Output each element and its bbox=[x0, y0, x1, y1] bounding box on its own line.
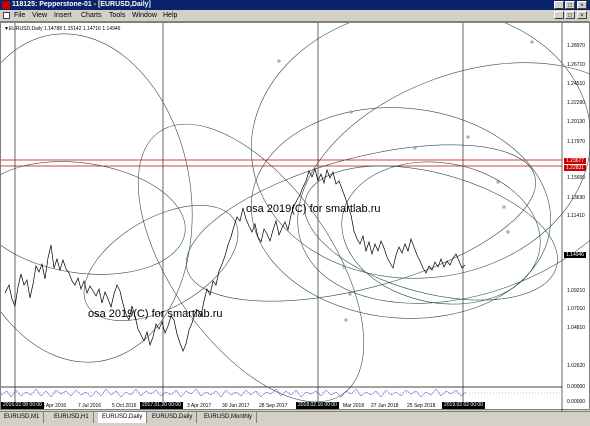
period-date-tag: 2019.02.02 00:00 bbox=[442, 402, 485, 409]
price-label: 1.02620 bbox=[567, 363, 586, 369]
watermark-text: osa 2019(C) for smartlab.ru bbox=[246, 203, 381, 215]
tab-eurusd-daily-active[interactable]: EURUSD,Daily bbox=[98, 412, 148, 423]
period-date-tag: 2018.02.16 00:00 bbox=[296, 402, 339, 409]
child-minimize-button[interactable]: _ bbox=[554, 11, 564, 19]
price-label: 1.22290 bbox=[567, 100, 586, 106]
menu-window[interactable]: Window bbox=[132, 10, 157, 21]
window-title: 118125: Pepperstone-01 - [EURUSD,Daily] bbox=[12, 1, 151, 8]
menu-view[interactable]: View bbox=[32, 10, 47, 21]
document-icon bbox=[3, 12, 10, 19]
close-button[interactable]: × bbox=[577, 1, 587, 9]
price-label: 1.07010 bbox=[567, 306, 586, 312]
title-bar: 118125: Pepperstone-01 - [EURUSD,Daily] … bbox=[0, 0, 590, 10]
menu-file[interactable]: File bbox=[14, 10, 25, 21]
level-tag-lower: 1.22831 bbox=[564, 165, 587, 171]
price-label: 1.24510 bbox=[567, 81, 586, 87]
tab-eurusd-daily[interactable]: EURUSD,Daily bbox=[148, 412, 198, 423]
tab-eurusd-monthly[interactable]: EURUSD,Monthly bbox=[200, 412, 258, 423]
price-label: 1.11410 bbox=[567, 213, 585, 219]
child-close-button[interactable]: × bbox=[577, 11, 587, 19]
period-date-tag: 2017.01.20 00:00 bbox=[140, 402, 183, 409]
price-label: 1.09210 bbox=[567, 288, 586, 294]
symbol-info: ▼EURUSD,Daily 1.14788 1.15142 1.14716 1.… bbox=[4, 26, 121, 32]
date-label: 3 Apr 2017 bbox=[187, 403, 212, 409]
price-label: 1.26710 bbox=[567, 62, 586, 68]
price-label: 1.15650 bbox=[567, 175, 586, 181]
chart-tab-bar: EURUSD,M1 EURUSD,H1 EURUSD,Daily EURUSD,… bbox=[0, 411, 590, 426]
price-label: 1.20130 bbox=[567, 119, 586, 125]
child-restore-button[interactable]: □ bbox=[565, 11, 575, 19]
date-label: 27 Jun 2018 bbox=[371, 403, 399, 409]
price-label: 1.13630 bbox=[567, 195, 586, 201]
date-label: 6 Apr 2016 bbox=[42, 403, 67, 409]
date-label: 30 Jun 2017 bbox=[222, 403, 250, 409]
menu-bar: File View Insert Charts Tools Window Hel… bbox=[0, 10, 590, 22]
level-tag-upper: 1.23677 bbox=[564, 158, 587, 164]
chart-canvas bbox=[1, 23, 590, 411]
tab-eurusd-h1[interactable]: EURUSD,H1 bbox=[50, 412, 94, 423]
oscillator-level: 0.00000 bbox=[567, 384, 586, 390]
date-label: 25 Sep 2018 bbox=[407, 403, 436, 409]
watermark-text: osa 2019(C) for smartlab.ru bbox=[88, 308, 223, 320]
menu-charts[interactable]: Charts bbox=[81, 10, 102, 21]
price-label: 1.28970 bbox=[567, 43, 586, 49]
minimize-button[interactable]: _ bbox=[554, 1, 564, 9]
date-label: 5 Oct 2016 bbox=[112, 403, 137, 409]
oscillator-level: 0.00000 bbox=[567, 399, 586, 405]
date-label: 28 Sep 2017 bbox=[259, 403, 288, 409]
chart-area[interactable]: ▼EURUSD,Daily 1.14788 1.15142 1.14716 1.… bbox=[0, 22, 590, 411]
period-date-tag: 2016.02.08 00:00 bbox=[1, 402, 44, 409]
date-label: Mar 2018 bbox=[343, 403, 365, 409]
menu-help[interactable]: Help bbox=[163, 10, 177, 21]
maximize-button[interactable]: □ bbox=[565, 1, 575, 9]
menu-tools[interactable]: Tools bbox=[109, 10, 125, 21]
date-label: 7 Jul 2016 bbox=[78, 403, 102, 409]
price-label: 1.17970 bbox=[567, 139, 586, 145]
current-price-tag: 1.14946 bbox=[564, 252, 587, 258]
tab-eurusd-m1[interactable]: EURUSD,M1 bbox=[0, 412, 45, 423]
menu-insert[interactable]: Insert bbox=[54, 10, 72, 21]
price-label: 1.04810 bbox=[567, 325, 586, 331]
app-icon bbox=[2, 1, 10, 9]
